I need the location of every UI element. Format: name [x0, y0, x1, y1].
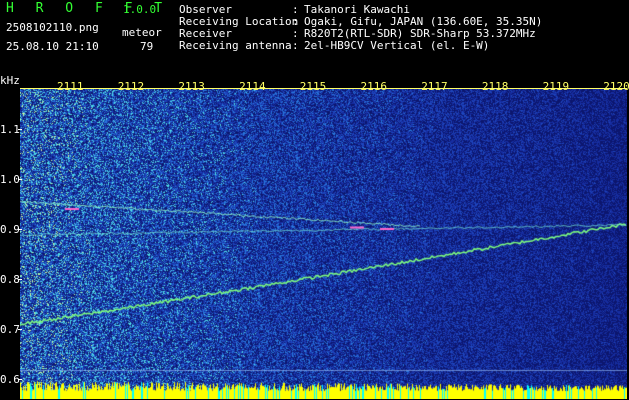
time-tick-label: 2114	[239, 80, 266, 93]
file-name: 2508102110.png	[6, 21, 99, 34]
frequency-tick-mark	[18, 279, 22, 280]
date-time: 25.08.10 21:10	[6, 40, 99, 53]
time-tick-label: 2120	[603, 80, 629, 93]
frequency-tick-mark	[18, 329, 22, 330]
frequency-tick-label: 0.8	[0, 273, 20, 286]
time-tick-label: 2118	[481, 80, 509, 93]
time-tick-label: 2116	[360, 80, 388, 93]
frequency-tick-label: 0.9	[0, 223, 20, 236]
time-tick-label: 2119	[542, 80, 570, 93]
frequency-tick-mark	[18, 129, 22, 130]
meteor-count: 79	[140, 40, 154, 53]
spectrogram-canvas[interactable]	[20, 88, 627, 399]
time-tick-label: 2117	[421, 80, 448, 93]
info-value: 2el-HB9CV Vertical (el. E-W)	[304, 39, 490, 52]
meteor-label: meteor	[122, 26, 162, 39]
frequency-tick-mark	[18, 229, 22, 230]
time-tick-label: 2115	[299, 80, 327, 93]
frequency-tick-label: 1.0	[0, 173, 20, 186]
frequency-unit: kHz	[0, 74, 20, 87]
frequency-tick-label: 0.6	[0, 373, 20, 386]
time-tick-label: 2113	[178, 80, 205, 93]
app-version: 1.0.0	[123, 3, 157, 16]
info-separator: :	[292, 39, 299, 52]
time-tick-label: 2111	[57, 80, 84, 93]
frequency-tick-mark	[18, 179, 22, 180]
time-tick-label: 2112	[117, 80, 145, 93]
info-key: Receiving antenna	[179, 39, 292, 52]
frequency-tick-label: 0.7	[0, 323, 20, 336]
frequency-tick-label: 1.1	[0, 123, 20, 136]
spectrogram[interactable]	[20, 88, 627, 399]
frequency-tick-mark	[18, 379, 22, 380]
